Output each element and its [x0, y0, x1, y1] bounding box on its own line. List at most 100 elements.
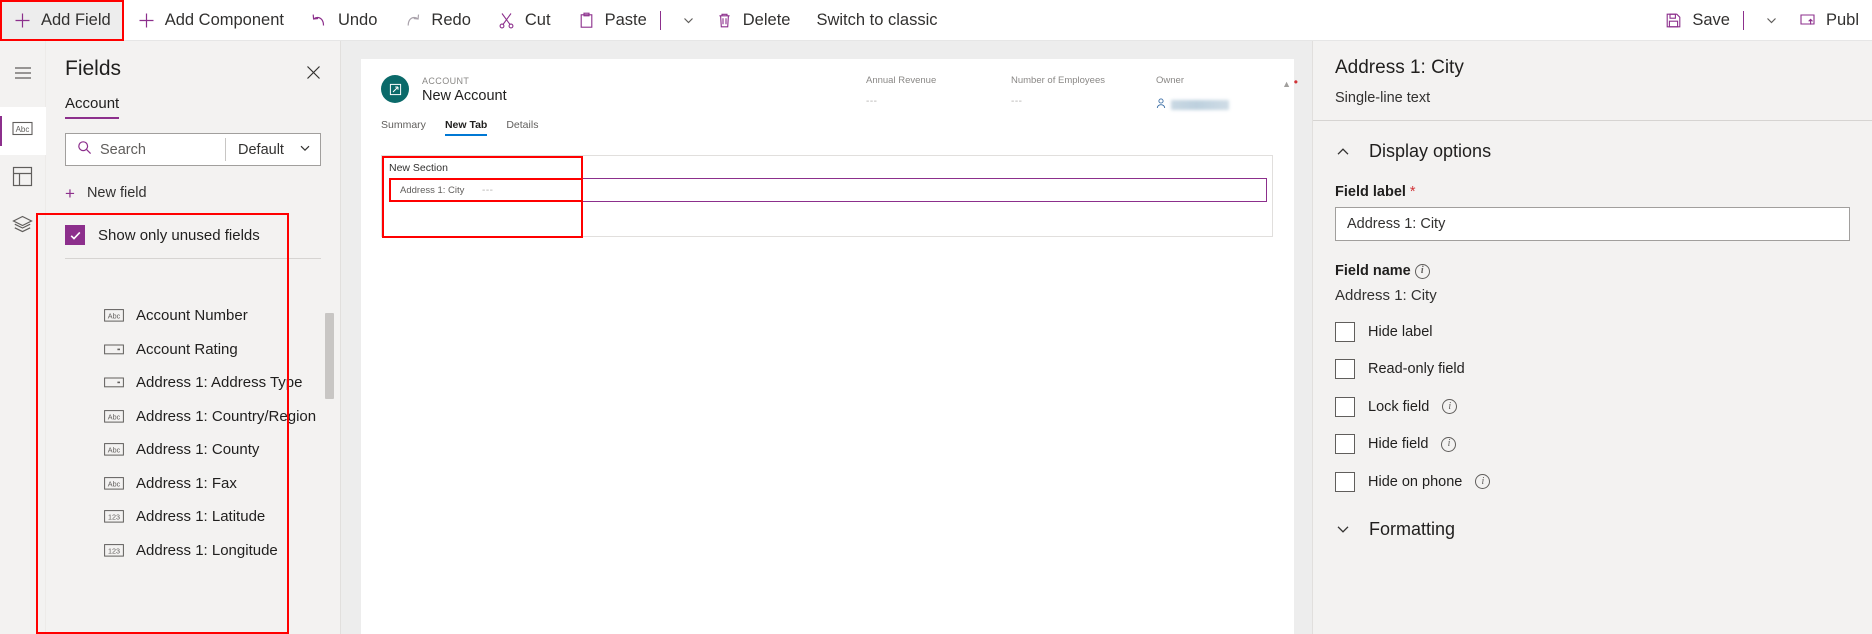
fields-list[interactable]: Abc Account Number Account Rating Addres…: [46, 299, 340, 634]
form-canvas[interactable]: ACCOUNT New Account Annual Revenue --- N…: [341, 41, 1312, 634]
form-tab-summary[interactable]: Summary: [381, 119, 426, 136]
info-icon[interactable]: i: [1442, 399, 1458, 415]
delete-label: Delete: [742, 10, 791, 29]
list-item[interactable]: Abc Address 1: Country/Region: [46, 400, 340, 434]
list-item[interactable]: Abc Account Number: [46, 299, 340, 333]
paste-label: Paste: [604, 10, 647, 29]
form-section-area: New Section Address 1: City ---: [381, 155, 1273, 238]
form-designer-app: Add Field Add Component Undo Redo Cut Pa…: [0, 0, 1872, 634]
save-button[interactable]: Save: [1651, 0, 1759, 41]
switch-to-classic-button[interactable]: Switch to classic: [803, 0, 950, 41]
rail-tree-view-button[interactable]: [0, 203, 46, 251]
list-item-label: Address 1: Latitude: [136, 508, 266, 526]
read-only-field-checkbox[interactable]: Read-only field: [1313, 351, 1872, 389]
plus-icon: +: [65, 183, 75, 203]
new-field-label: New field: [86, 185, 147, 201]
info-icon[interactable]: i: [1441, 436, 1457, 452]
hide-label-checkbox[interactable]: Hide label: [1313, 313, 1872, 351]
undo-arrow-icon: [310, 11, 329, 30]
header-column-annual-revenue[interactable]: Annual Revenue ---: [866, 75, 1011, 114]
list-item[interactable]: Account Rating: [46, 333, 340, 367]
header-column-label: Number of Employees: [1011, 75, 1105, 86]
publish-button[interactable]: Publ: [1785, 0, 1872, 41]
redo-arrow-icon: [403, 11, 422, 30]
record-eyebrow: ACCOUNT: [422, 76, 470, 86]
form-tab-details[interactable]: Details: [506, 119, 538, 136]
formatting-section-toggle[interactable]: Formatting: [1313, 501, 1872, 540]
person-icon: [1156, 96, 1166, 114]
list-item-label: Address 1: Fax: [136, 474, 237, 492]
lock-field-checkbox[interactable]: Lock field i: [1313, 388, 1872, 426]
field-name-heading: Field name i: [1313, 241, 1872, 279]
properties-panel: Address 1: City Single-line text Display…: [1312, 41, 1872, 634]
plus-icon: [137, 11, 156, 30]
form-tab-strip: Summary New Tab Details: [361, 113, 1294, 136]
fields-search-row: Default: [65, 133, 321, 166]
checkbox-box: [1335, 396, 1355, 417]
hide-field-checkbox[interactable]: Hide field i: [1313, 426, 1872, 464]
search-icon: [77, 140, 92, 160]
save-label: Save: [1692, 11, 1730, 30]
list-item-label: Address 1: County: [136, 441, 260, 459]
new-field-button[interactable]: + New field: [65, 176, 185, 210]
list-item[interactable]: 123 Address 1: Longitude: [46, 534, 340, 568]
account-title-block: ACCOUNT New Account: [422, 75, 507, 104]
save-floppy-icon: [1664, 11, 1683, 30]
list-item[interactable]: 123 Address 1: Latitude: [46, 500, 340, 534]
paste-chevron-down-icon[interactable]: [676, 0, 702, 41]
info-icon[interactable]: i: [1414, 263, 1430, 279]
abc-text-icon: Abc: [104, 442, 124, 457]
list-item[interactable]: Abc Address 1: County: [46, 433, 340, 467]
fields-list-scrollbar-thumb[interactable]: [325, 313, 334, 399]
properties-subtitle: Single-line text: [1335, 90, 1431, 106]
fields-panel: Fields Account Default: [36, 41, 341, 634]
cut-button[interactable]: Cut: [484, 0, 564, 41]
list-item[interactable]: Abc Address 1: Fax: [46, 467, 340, 501]
svg-text:Abc: Abc: [108, 479, 121, 488]
abc-text-icon: Abc: [12, 120, 33, 142]
canvas-scroll-up-icon[interactable]: ▲: [1282, 79, 1291, 89]
paste-button[interactable]: Paste: [564, 0, 676, 41]
save-chevron-down-icon[interactable]: [1759, 0, 1785, 41]
list-item-label: Account Number: [136, 307, 248, 325]
svg-text:123: 123: [108, 513, 120, 522]
switch-to-classic-label: Switch to classic: [816, 10, 938, 29]
rail-fields-button[interactable]: Abc: [0, 107, 46, 155]
divider: [659, 10, 661, 30]
search-input[interactable]: [100, 141, 226, 158]
checkbox-box: [1335, 434, 1355, 455]
chevron-up-icon: [1335, 144, 1351, 160]
field-filter-dropdown[interactable]: Default: [226, 134, 320, 165]
tab-account[interactable]: Account: [65, 95, 120, 119]
show-only-unused-fields-checkbox[interactable]: Show only unused fields: [65, 216, 340, 254]
header-column-owner[interactable]: Owner •: [1156, 75, 1301, 114]
rail-components-button[interactable]: [0, 155, 46, 203]
info-icon[interactable]: i: [1475, 474, 1491, 490]
hamburger-icon: [13, 63, 33, 88]
redo-button[interactable]: Redo: [390, 0, 483, 41]
hide-on-phone-checkbox[interactable]: Hide on phone i: [1313, 463, 1872, 501]
rail-hamburger-menu-button[interactable]: [0, 51, 46, 99]
field-label-input-wrap[interactable]: [1335, 207, 1850, 241]
form-record-header: ACCOUNT New Account Annual Revenue --- N…: [361, 59, 1298, 114]
search-input-wrap[interactable]: [66, 134, 226, 165]
add-field-button[interactable]: Add Field: [0, 0, 124, 41]
choice-dropdown-icon: [104, 342, 124, 357]
checkbox-box: [1335, 471, 1355, 492]
scissors-icon: [497, 11, 516, 30]
publish-label: Publ: [1825, 11, 1859, 30]
close-icon[interactable]: [300, 59, 326, 85]
undo-label: Undo: [337, 10, 378, 29]
undo-button[interactable]: Undo: [297, 0, 390, 41]
delete-button[interactable]: Delete: [702, 0, 804, 41]
trash-icon: [715, 11, 734, 30]
display-options-section-toggle[interactable]: Display options: [1313, 121, 1872, 162]
header-column-number-of-employees[interactable]: Number of Employees ---: [1011, 75, 1156, 114]
add-component-button[interactable]: Add Component: [124, 0, 297, 41]
chevron-down-icon: [299, 142, 311, 158]
form-tab-new-tab[interactable]: New Tab: [444, 119, 488, 136]
field-label-input[interactable]: [1347, 216, 1838, 232]
list-item[interactable]: Address 1: Address Type: [46, 366, 340, 400]
account-entity-icon: [381, 75, 409, 103]
publish-upload-icon: [1798, 11, 1817, 30]
